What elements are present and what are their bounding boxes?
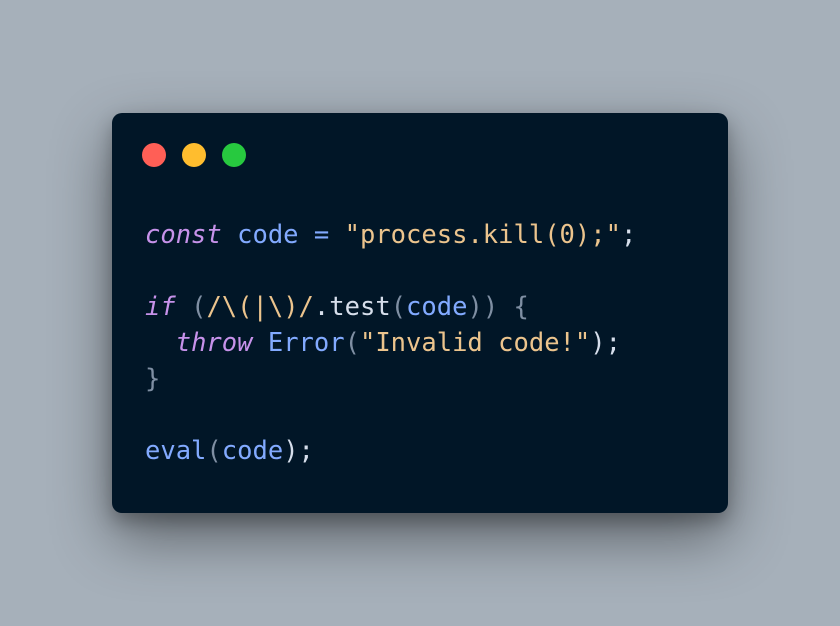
- code-line: if (/\(|\)/.test(code)) {: [145, 289, 636, 325]
- maximize-dot-icon[interactable]: [222, 143, 246, 167]
- minimize-dot-icon[interactable]: [182, 143, 206, 167]
- code-token: );: [283, 436, 314, 466]
- code-window: const code = "process.kill(0);"; if (/\(|…: [112, 113, 728, 513]
- code-line: }: [145, 361, 636, 397]
- code-token: test: [329, 292, 391, 322]
- code-token: code: [406, 292, 468, 322]
- code-token: }: [145, 364, 161, 394]
- code-token: =: [313, 220, 330, 250]
- code-token: "Invalid code!": [359, 328, 591, 358]
- code-token: Error: [267, 328, 345, 358]
- code-token: /\(|\)/: [206, 292, 314, 322]
- code-token: code: [237, 220, 299, 250]
- code-token: (: [390, 292, 407, 322]
- code-token: eval: [145, 436, 207, 466]
- code-token: "process.kill(0);": [344, 220, 621, 250]
- code-token: ;: [620, 220, 637, 250]
- code-token: throw: [175, 328, 253, 358]
- code-token: const: [145, 220, 222, 250]
- code-token: );: [590, 328, 621, 358]
- code-token: .: [313, 292, 330, 322]
- code-token: (: [344, 328, 360, 358]
- code-token: (: [191, 292, 207, 322]
- window-controls: [142, 143, 246, 167]
- code-token: code: [221, 436, 284, 466]
- code-line: eval(code);: [145, 433, 636, 469]
- code-token: if: [145, 292, 176, 322]
- close-dot-icon[interactable]: [142, 143, 166, 167]
- code-line: throw Error("Invalid code!");: [145, 325, 636, 361]
- code-token: )): [467, 292, 499, 322]
- code-token: (: [206, 436, 222, 466]
- code-line: const code = "process.kill(0);";: [145, 217, 636, 253]
- code-block: const code = "process.kill(0);"; if (/\(|…: [145, 217, 636, 469]
- code-token: {: [513, 292, 529, 322]
